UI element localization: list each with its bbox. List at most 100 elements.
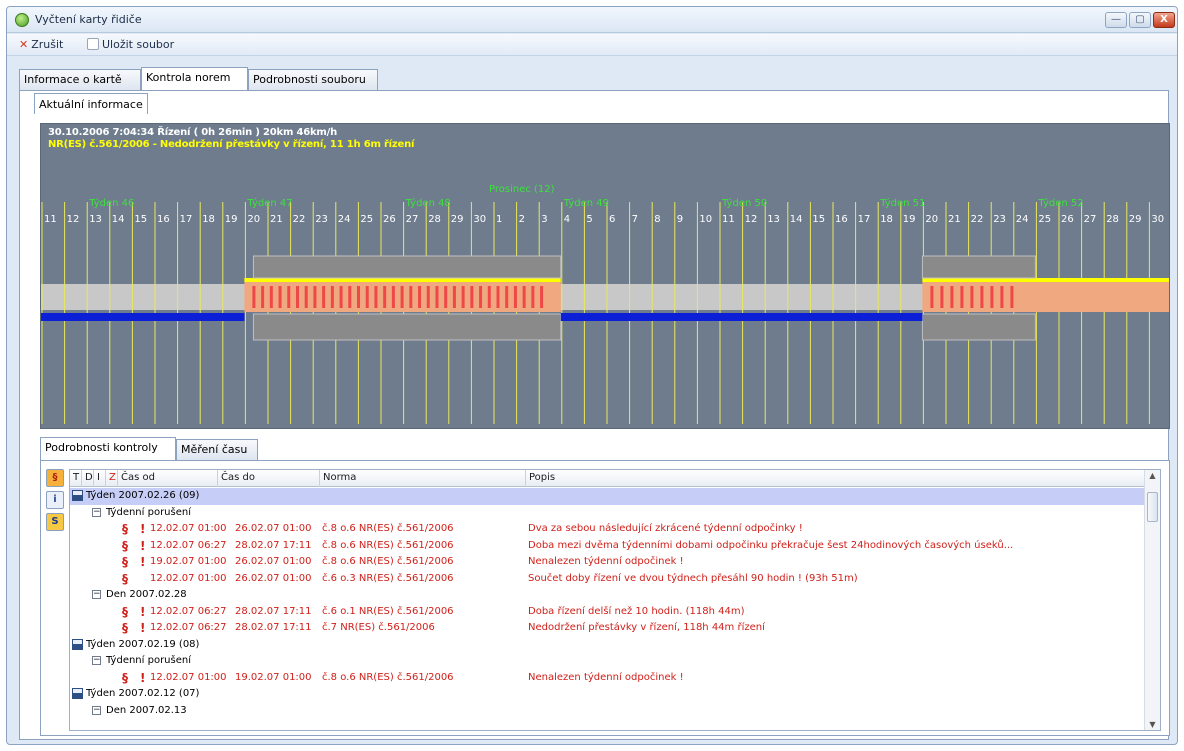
drive-stripe	[435, 286, 439, 308]
info-filter-icon[interactable]: i	[46, 491, 64, 509]
drive-stripe	[261, 286, 265, 308]
timeline-svg: 11 12 13 14 15 16 17 18 19 20 21 22 23 24 25 26 27 28 29 30…	[41, 184, 1169, 424]
day-label: 28	[428, 214, 441, 225]
time-to: 26.02.07 01:00	[235, 572, 312, 584]
day-label: 18	[880, 214, 893, 225]
drive-stripe	[269, 286, 273, 308]
description: Součet doby řízení ve dvou týdnech přesá…	[528, 572, 858, 584]
day-label: 11	[722, 214, 735, 225]
description: Dva za sebou následující zkrácené týdenn…	[528, 523, 803, 534]
collapse-toggle-icon[interactable]: −	[92, 590, 101, 599]
paragraph-icon: §	[122, 538, 128, 553]
paragraph-icon: §	[122, 522, 128, 536]
day-label: 24	[1016, 214, 1029, 225]
col-cas-od[interactable]: Čas od	[118, 470, 218, 487]
grid-rows: Týden 2007.02.26 (09) − Týdenní porušení §!…	[70, 488, 1146, 719]
col-t[interactable]: T	[70, 470, 82, 487]
violation-row[interactable]: §! 12.02.07 06:27 28.02.07 17:11 č.8 o.6 NR…	[70, 538, 1146, 555]
violation-row[interactable]: § 12.02.07 01:00 26.02.07 01:00 č.6 o.3 NR(…	[70, 571, 1146, 588]
gray-block-top	[252, 255, 562, 279]
save-file-label: Uložit soubor	[102, 38, 175, 51]
drive-stripe	[930, 286, 934, 308]
drive-band	[922, 282, 1169, 312]
col-d[interactable]: D	[82, 470, 94, 487]
group-row[interactable]: − Den 2007.02.28	[70, 587, 1146, 604]
time-to: 28.02.07 17:11	[235, 622, 312, 633]
close-button[interactable]: X	[1153, 12, 1175, 28]
violation-row[interactable]: §! 12.02.07 01:00 26.02.07 01:00 č.8 o.6 NR…	[70, 521, 1146, 538]
group-row[interactable]: − Týdenní porušení	[70, 653, 1146, 670]
timeline-chart[interactable]: 11 12 13 14 15 16 17 18 19 20 21 22 23 24 25 26 27 28 29 30…	[40, 123, 1170, 429]
time-from: 12.02.07 01:00	[150, 572, 227, 584]
drive-stripe	[990, 286, 994, 308]
week-label: Týden 46	[88, 197, 134, 209]
drive-stripe	[287, 286, 291, 308]
paragraph-filter-icon[interactable]: §	[46, 469, 64, 487]
day-label: 2	[519, 214, 525, 225]
drive-stripe	[479, 286, 483, 308]
description: Doba řízení delší než 10 hodin. (118h 44…	[528, 605, 745, 617]
violations-grid: T D I Z Čas od Čas do Norma Popis Týden …	[69, 469, 1161, 731]
group-label: Den 2007.02.13	[106, 704, 187, 716]
week-calendar-icon	[72, 490, 83, 501]
group-row[interactable]: − Týdenní porušení	[70, 505, 1146, 522]
cancel-button[interactable]: ✕ Zrušit	[19, 37, 63, 53]
scroll-thumb[interactable]	[1147, 492, 1158, 522]
norm-ref: č.8 o.6 NR(ES) č.561/2006	[322, 671, 454, 683]
day-label: 13	[89, 214, 102, 225]
alert-icon: !	[140, 555, 146, 569]
violation-row[interactable]: §! 12.02.07 06:27 28.02.07 17:11 č.6 o.1 NR…	[70, 604, 1146, 621]
gray-block-bottom	[921, 313, 1036, 341]
col-cas-od-label: Čas od	[121, 472, 155, 483]
drive-stripe	[391, 286, 395, 308]
group-label: Týdenní porušení	[106, 655, 191, 666]
summary-filter-icon[interactable]: S	[46, 513, 64, 531]
drive-stripe	[1010, 286, 1014, 308]
day-label: 18	[202, 214, 215, 225]
tab-card-info[interactable]: Informace o kartě	[19, 69, 141, 90]
tab-check-details[interactable]: Podrobnosti kontroly	[40, 437, 176, 460]
drive-stripe	[950, 286, 954, 308]
time-to: 26.02.07 01:00	[235, 523, 312, 534]
title-bar: Vyčtení karty řidiče — ▢ X	[7, 7, 1177, 33]
day-label: 24	[338, 214, 351, 225]
col-cas-do[interactable]: Čas do	[218, 470, 320, 487]
vertical-scrollbar[interactable]: ▲ ▼	[1144, 470, 1160, 730]
col-z[interactable]: Z	[106, 470, 118, 487]
day-label: 26	[1061, 214, 1074, 225]
collapse-toggle-icon[interactable]: −	[92, 656, 101, 665]
day-label: 23	[315, 214, 328, 225]
violation-row[interactable]: §! 12.02.07 01:00 19.02.07 01:00 č.8 o.6 NR…	[70, 670, 1146, 687]
save-file-button[interactable]: Uložit soubor	[87, 37, 174, 53]
col-popis[interactable]: Popis	[526, 470, 1146, 487]
tab-norm-check[interactable]: Kontrola norem	[141, 67, 248, 90]
tab-current-info[interactable]: Aktuální informace	[34, 93, 148, 114]
day-label: 25	[1038, 214, 1051, 225]
minimize-button[interactable]: —	[1105, 12, 1127, 28]
collapse-toggle-icon[interactable]: −	[92, 705, 101, 715]
drive-stripe	[313, 286, 317, 308]
violation-row[interactable]: §! 19.02.07 01:00 26.02.07 01:00 č.8 o.6 NR…	[70, 554, 1146, 571]
violation-row[interactable]: §! 12.02.07 06:27 28.02.07 17:11 č.7 NR(ES)…	[70, 620, 1146, 637]
col-norma[interactable]: Norma	[320, 470, 526, 487]
drive-stripe	[322, 286, 326, 308]
group-row[interactable]: − Den 2007.02.13	[70, 703, 1146, 720]
scroll-up-icon[interactable]: ▲	[1145, 471, 1160, 480]
collapse-toggle-icon[interactable]: −	[92, 507, 101, 517]
rest-bar	[41, 313, 245, 321]
maximize-button[interactable]: ▢	[1129, 12, 1151, 28]
day-label: 19	[903, 214, 916, 225]
week-row[interactable]: Týden 2007.02.26 (09)	[70, 488, 1146, 505]
time-to: 28.02.07 17:11	[235, 605, 312, 617]
tab-file-details[interactable]: Podrobnosti souboru	[248, 69, 378, 90]
col-i[interactable]: I	[94, 470, 106, 487]
time-from: 12.02.07 06:27	[150, 605, 227, 617]
week-row[interactable]: Týden 2007.02.19 (08)	[70, 637, 1146, 654]
day-label: 30	[1151, 214, 1164, 225]
rest-bar	[560, 313, 923, 321]
tab-time-measurement[interactable]: Měření času	[176, 439, 258, 460]
scroll-down-icon[interactable]: ▼	[1145, 720, 1160, 729]
drive-stripe	[304, 286, 308, 308]
week-row[interactable]: Týden 2007.02.12 (07)	[70, 686, 1146, 703]
day-label: 17	[858, 214, 871, 225]
